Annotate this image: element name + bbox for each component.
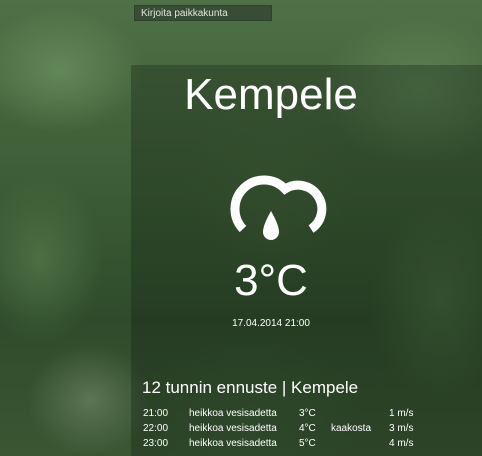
- forecast-wind-direction: [331, 436, 389, 451]
- city-search-input[interactable]: [134, 5, 272, 21]
- cloud-rain-icon: [230, 175, 327, 240]
- forecast-table: 21:00 heikkoa vesisadetta 3°C 1 m/s 22:0…: [143, 406, 429, 451]
- forecast-wind-direction: [331, 406, 389, 421]
- forecast-time: 21:00: [143, 408, 169, 419]
- forecast-wind-direction: kaakosta: [331, 423, 372, 434]
- city-name: Kempele: [184, 70, 358, 119]
- forecast-time: 22:00: [143, 423, 169, 434]
- forecast-wind-speed: 3 m/s: [389, 423, 414, 434]
- observation-datetime: 17.04.2014 21:00: [232, 318, 310, 329]
- table-row: 21:00 heikkoa vesisadetta 3°C 1 m/s: [143, 406, 429, 421]
- forecast-description: heikkoa vesisadetta: [189, 438, 277, 449]
- forecast-temperature: 5°C: [299, 438, 316, 449]
- current-temperature: 3°C: [234, 256, 308, 305]
- forecast-description: heikkoa vesisadetta: [189, 423, 277, 434]
- table-row: 23:00 heikkoa vesisadetta 5°C 4 m/s: [143, 436, 429, 451]
- forecast-wind-speed: 1 m/s: [389, 408, 414, 419]
- forecast-time: 23:00: [143, 438, 169, 449]
- forecast-title: 12 tunnin ennuste | Kempele: [142, 378, 359, 397]
- forecast-temperature: 3°C: [299, 408, 316, 419]
- forecast-description: heikkoa vesisadetta: [189, 408, 277, 419]
- table-row: 22:00 heikkoa vesisadetta 4°C kaakosta 3…: [143, 421, 429, 436]
- forecast-temperature: 4°C: [299, 423, 316, 434]
- forecast-wind-speed: 4 m/s: [389, 438, 414, 449]
